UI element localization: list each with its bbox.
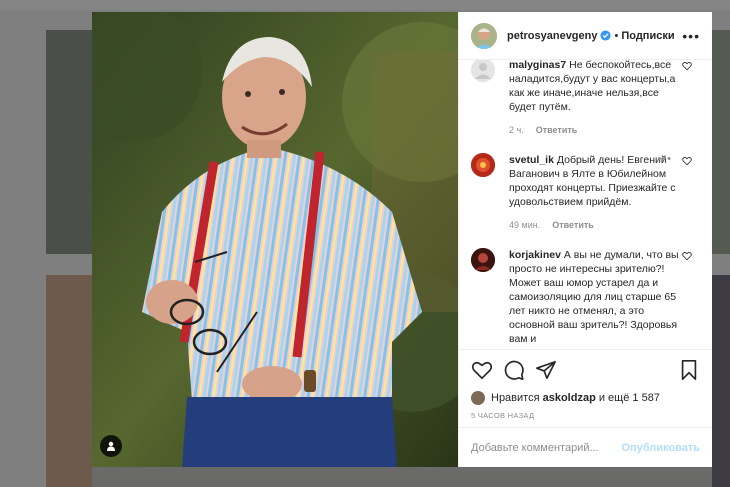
comment-item: korjakinev А вы не думали, что вы просто… — [471, 248, 700, 346]
post-header: petrosyanevgeny • Подписки ••• — [459, 12, 712, 60]
comment-meta: 49 мин. Ответить — [509, 218, 679, 232]
publish-button[interactable]: Опубликовать — [621, 442, 700, 454]
header-separator: • — [614, 29, 619, 42]
comment-time[interactable]: 49 мин. — [509, 220, 540, 230]
author-username[interactable]: petrosyanevgeny — [507, 30, 597, 42]
likes-prefix: Нравится — [491, 392, 540, 404]
comment-meta: 2 ч. Ответить — [509, 123, 679, 137]
comment-username[interactable]: svetul_ik — [509, 154, 554, 166]
author-avatar[interactable] — [471, 22, 497, 49]
post-timestamp[interactable]: 5 ЧАСОВ НАЗАД — [459, 407, 712, 427]
background-grid-cell[interactable] — [92, 467, 712, 487]
post-modal: petrosyanevgeny • Подписки ••• malyginas… — [92, 12, 712, 467]
comment-username[interactable]: korjakinev — [509, 249, 561, 261]
verified-icon — [600, 30, 612, 41]
comment-body: svetul_ik Добрый день! Евгений Ваганович… — [509, 153, 679, 232]
background-grid-cell[interactable] — [712, 30, 730, 254]
post-sidebar: petrosyanevgeny • Подписки ••• malyginas… — [458, 12, 712, 467]
comment-like-icon[interactable] — [682, 251, 692, 261]
add-comment-input[interactable] — [471, 441, 622, 454]
comment-body: korjakinev А вы не думали, что вы просто… — [509, 248, 679, 346]
default-avatar-icon — [471, 60, 495, 82]
comment-time[interactable]: 2 ч. — [509, 125, 524, 135]
comment-avatar[interactable] — [471, 60, 495, 82]
liker-username[interactable]: askoldzap — [543, 392, 596, 404]
comment-more-icon[interactable]: ••• — [657, 153, 672, 165]
background-grid-cell[interactable] — [46, 30, 92, 254]
likes-count[interactable]: и ещё 1 587 — [599, 392, 660, 404]
comment-icon[interactable] — [503, 359, 525, 381]
comment-text: А вы не думали, что вы просто не интерес… — [509, 249, 679, 345]
avatar-image — [471, 22, 497, 49]
comment-username[interactable]: malyginas7 — [509, 60, 566, 71]
liker-avatar[interactable] — [471, 391, 485, 405]
post-photo[interactable] — [92, 12, 458, 467]
following-button[interactable]: Подписки — [621, 30, 674, 42]
comment-like-icon[interactable] — [682, 156, 692, 166]
person-icon — [107, 441, 115, 451]
reply-button[interactable]: Ответить — [552, 220, 594, 230]
add-comment-bar: Опубликовать — [459, 427, 712, 467]
save-bookmark-icon[interactable] — [678, 359, 700, 381]
comment-item: malyginas7 Не беспокойтесь,все наладится… — [471, 60, 700, 137]
flower-avatar-image — [471, 153, 495, 177]
tag-people-button[interactable] — [100, 435, 122, 457]
comment-avatar[interactable] — [471, 153, 495, 177]
background-grid-cell[interactable] — [46, 275, 92, 487]
more-options-icon[interactable]: ••• — [682, 28, 700, 44]
like-icon[interactable] — [471, 359, 493, 381]
comment-avatar[interactable] — [471, 248, 495, 272]
post-actions-bar — [459, 349, 712, 389]
reply-button[interactable]: Ответить — [536, 125, 578, 135]
comment-like-icon[interactable] — [682, 61, 692, 71]
comment-item: svetul_ik Добрый день! Евгений Ваганович… — [471, 153, 700, 232]
background-grid-cell[interactable] — [712, 275, 730, 487]
user-avatar-image — [471, 248, 495, 272]
post-photo-image — [92, 12, 458, 467]
likes-summary: Нравится askoldzap и ещё 1 587 — [459, 389, 712, 407]
comments-list[interactable]: malyginas7 Не беспокойтесь,все наладится… — [459, 60, 712, 349]
background-header — [0, 0, 730, 10]
comment-body: malyginas7 Не беспокойтесь,все наладится… — [509, 60, 679, 137]
share-icon[interactable] — [535, 359, 557, 381]
